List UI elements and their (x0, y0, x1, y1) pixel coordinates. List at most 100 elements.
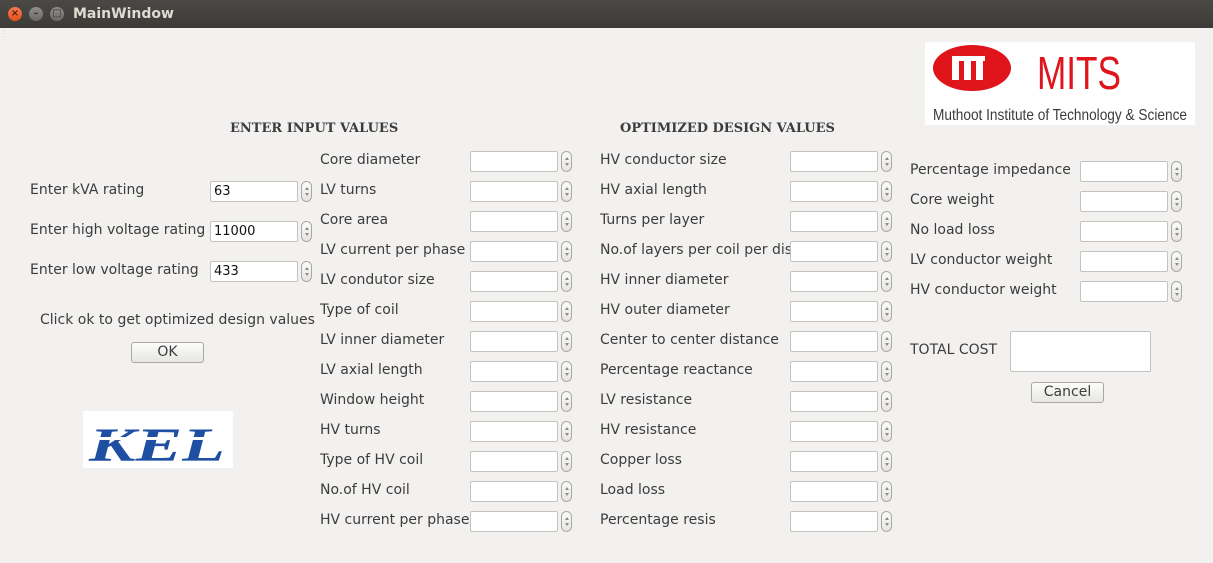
design-summary-label: HV conductor weight (910, 282, 1057, 298)
design-result-field[interactable] (790, 211, 878, 232)
minimize-window-icon[interactable]: – (29, 7, 43, 21)
design-result-field[interactable] (790, 241, 878, 262)
design-param-spinner[interactable] (561, 331, 572, 352)
design-result-spinner[interactable] (881, 421, 892, 442)
design-param-field[interactable] (470, 211, 558, 232)
design-param-field[interactable] (470, 301, 558, 322)
design-param-label: No.of HV coil (320, 482, 410, 498)
design-result-spinner[interactable] (881, 301, 892, 322)
design-param-spinner[interactable] (561, 271, 572, 292)
design-param-field[interactable] (470, 391, 558, 412)
design-param-field[interactable] (470, 271, 558, 292)
design-result-field[interactable] (790, 451, 878, 472)
design-result-spinner[interactable] (881, 361, 892, 382)
design-param-field[interactable] (470, 511, 558, 532)
low-voltage-input[interactable]: 433 (210, 261, 298, 282)
low-voltage-label: Enter low voltage rating (30, 262, 199, 278)
design-summary-spinner[interactable] (1171, 221, 1182, 242)
kva-rating-input[interactable]: 63 (210, 181, 298, 202)
design-param-spinner[interactable] (561, 241, 572, 262)
maximize-window-icon[interactable]: □ (50, 7, 64, 21)
ok-button[interactable]: OK (131, 342, 204, 363)
design-param-field[interactable] (470, 451, 558, 472)
design-result-field[interactable] (790, 511, 878, 532)
cancel-button[interactable]: Cancel (1031, 382, 1104, 403)
design-param-spinner[interactable] (561, 421, 572, 442)
total-cost-field[interactable] (1010, 331, 1151, 372)
design-result-spinner[interactable] (881, 151, 892, 172)
design-param-field[interactable] (470, 151, 558, 172)
design-summary-field[interactable] (1080, 251, 1168, 272)
design-result-label: Percentage resis (600, 512, 716, 528)
design-result-field[interactable] (790, 301, 878, 322)
design-result-label: Center to center distance (600, 332, 779, 348)
kva-rating-spinner[interactable] (301, 181, 312, 202)
design-param-label: LV current per phase (320, 242, 466, 258)
design-result-spinner[interactable] (881, 181, 892, 202)
design-param-spinner[interactable] (561, 361, 572, 382)
design-param-label: Core diameter (320, 152, 421, 168)
high-voltage-spinner[interactable] (301, 221, 312, 242)
design-result-field[interactable] (790, 421, 878, 442)
low-voltage-spinner[interactable] (301, 261, 312, 282)
design-result-spinner[interactable] (881, 331, 892, 352)
design-param-label: Type of HV coil (320, 452, 424, 468)
design-param-spinner[interactable] (561, 211, 572, 232)
design-result-label: No.of layers per coil per disc (600, 242, 800, 258)
window-title: MainWindow (73, 6, 174, 22)
design-summary-field[interactable] (1080, 221, 1168, 242)
design-result-label: HV outer diameter (600, 302, 730, 318)
design-param-spinner[interactable] (561, 451, 572, 472)
design-param-spinner[interactable] (561, 301, 572, 322)
design-summary-spinner[interactable] (1171, 161, 1182, 182)
design-param-field[interactable] (470, 421, 558, 442)
design-param-field[interactable] (470, 181, 558, 202)
design-summary-label: Core weight (910, 192, 995, 208)
input-section-title: ENTER INPUT VALUES (230, 121, 399, 136)
design-result-field[interactable] (790, 331, 878, 352)
design-summary-field[interactable] (1080, 281, 1168, 302)
design-param-spinner[interactable] (561, 391, 572, 412)
design-result-spinner[interactable] (881, 271, 892, 292)
design-param-spinner[interactable] (561, 151, 572, 172)
design-result-spinner[interactable] (881, 511, 892, 532)
design-result-label: Copper loss (600, 452, 682, 468)
design-param-spinner[interactable] (561, 181, 572, 202)
design-result-spinner[interactable] (881, 481, 892, 502)
design-summary-spinner[interactable] (1171, 281, 1182, 302)
design-summary-field[interactable] (1080, 161, 1168, 182)
design-param-field[interactable] (470, 241, 558, 262)
design-result-field[interactable] (790, 151, 878, 172)
design-result-label: HV resistance (600, 422, 697, 438)
design-result-spinner[interactable] (881, 211, 892, 232)
design-result-spinner[interactable] (881, 391, 892, 412)
design-param-field[interactable] (470, 361, 558, 382)
ok-hint-text: Click ok to get optimized design values (40, 312, 315, 328)
design-param-label: Core area (320, 212, 389, 228)
design-result-field[interactable] (790, 181, 878, 202)
design-result-field[interactable] (790, 481, 878, 502)
mits-logo-graphic: MITS Muthoot Institute of Technology & S… (933, 45, 1187, 124)
kva-rating-label: Enter kVA rating (30, 182, 145, 198)
high-voltage-input[interactable]: 11000 (210, 221, 298, 242)
design-param-label: HV current per phase (320, 512, 470, 528)
design-result-field[interactable] (790, 361, 878, 382)
design-summary-spinner[interactable] (1171, 251, 1182, 272)
design-param-spinner[interactable] (561, 511, 572, 532)
design-result-field[interactable] (790, 391, 878, 412)
design-section-title: OPTIMIZED DESIGN VALUES (620, 121, 835, 136)
total-cost-label: TOTAL COST (910, 342, 998, 358)
design-param-field[interactable] (470, 481, 558, 502)
design-result-field[interactable] (790, 271, 878, 292)
kel-logo-graphic: KEL (87, 419, 227, 472)
kel-logo: KEL (83, 411, 233, 472)
design-param-field[interactable] (470, 331, 558, 352)
close-window-icon[interactable]: × (8, 7, 22, 21)
design-summary-spinner[interactable] (1171, 191, 1182, 212)
design-summary-field[interactable] (1080, 191, 1168, 212)
design-summary-label: Percentage impedance (910, 162, 1071, 178)
high-voltage-label: Enter high voltage rating (30, 222, 206, 238)
design-result-spinner[interactable] (881, 451, 892, 472)
design-result-spinner[interactable] (881, 241, 892, 262)
design-param-spinner[interactable] (561, 481, 572, 502)
